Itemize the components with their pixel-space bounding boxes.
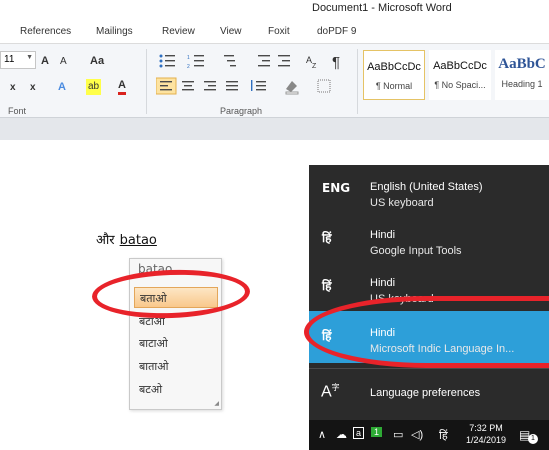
app-tray-icon-green[interactable]: 1 [371, 427, 383, 437]
language-abbr: ENG [322, 181, 351, 195]
clock-time: 7:32 PM [469, 423, 503, 433]
language-abbr: हिं [322, 231, 332, 245]
decrease-indent-icon [258, 55, 270, 67]
ime-option[interactable]: बताओ [134, 287, 218, 308]
sort-icon: AZ [306, 55, 317, 70]
shrink-font-button[interactable]: A [60, 54, 67, 70]
language-item-hindi-us[interactable]: हिं Hindi US keyboard [309, 261, 549, 307]
numbering-icon: 12 [187, 55, 204, 70]
font-color-button[interactable]: A [118, 79, 126, 95]
document-background [0, 118, 549, 140]
justify-icon [226, 81, 238, 91]
ime-option[interactable]: बटओ [134, 379, 218, 400]
ime-query: batao [138, 262, 173, 276]
multilevel-list-icon [224, 55, 236, 67]
svg-text:Z: Z [312, 63, 317, 70]
style-sample: AaBbCcDc [367, 61, 421, 73]
shading-icon [285, 81, 299, 95]
language-item-english[interactable]: ENG English (United States) US keyboard [309, 165, 549, 211]
bullets-icon [159, 54, 175, 68]
text-effects-button[interactable]: A [58, 79, 66, 95]
keyboard-name: US keyboard [370, 197, 434, 209]
language-flyout: ENG English (United States) US keyboard … [309, 165, 549, 420]
change-case-button[interactable]: Aa [90, 53, 104, 69]
group-separator [357, 49, 358, 114]
notification-badge: 1 [528, 434, 538, 444]
language-name: Hindi [370, 277, 396, 289]
chevron-down-icon: ▼ [26, 54, 33, 61]
paragraph-tools: 12 AZ ¶ [156, 54, 340, 95]
style-no-spacing[interactable]: AaBbCcDc ¶ No Spaci... [429, 50, 491, 100]
keyboard-name: US keyboard [370, 293, 434, 305]
style-name: Heading 1 [501, 79, 543, 89]
style-sample: AaBbC [498, 56, 546, 72]
highlight-button[interactable]: ab [86, 79, 102, 95]
keyboard-name: Microsoft Indic Language In... [370, 343, 515, 355]
language-item-hindi-google[interactable]: हिं Hindi Google Input Tools [309, 213, 549, 259]
tab-view[interactable]: View [220, 26, 242, 37]
hindi-word: और [96, 233, 115, 248]
group-separator [146, 49, 147, 114]
clock[interactable]: 7:32 PM 1/24/2019 [461, 422, 511, 446]
volume-icon[interactable]: ◁) [411, 428, 423, 441]
show-marks-icon: ¶ [332, 54, 340, 71]
align-center-icon [182, 81, 194, 91]
ribbon: 11 ▼ A A Aa x x A ab A 12 AZ ¶ Font Para… [0, 43, 549, 118]
increase-indent-icon [278, 55, 290, 67]
flyout-divider [309, 368, 549, 369]
typed-word: batao [119, 233, 157, 248]
language-icon: A字 [321, 383, 340, 401]
paragraph-group-label: Paragraph [220, 106, 263, 116]
style-heading-1[interactable]: AaBbC Heading 1 [495, 50, 549, 100]
chevron-up-icon[interactable]: ∧ [318, 428, 326, 441]
cloud-icon[interactable]: ☁ [336, 428, 347, 441]
input-indicator[interactable]: हिं [439, 428, 448, 443]
language-preferences-link[interactable]: A字 Language preferences [309, 375, 549, 410]
ribbon-tabs: References Mailings Review View Foxit do… [0, 17, 549, 45]
ime-option[interactable]: बाटाओ [134, 333, 218, 354]
style-normal[interactable]: AaBbCcDc ¶ Normal [363, 50, 425, 100]
language-abbr: हिं [322, 279, 332, 293]
tab-foxit[interactable]: Foxit [268, 26, 290, 37]
ime-suggestion-popup: batao बताओ बटाओ बाटाओ बाताओ बटओ ◢ [129, 258, 222, 410]
language-item-hindi-indic[interactable]: हिं Hindi Microsoft Indic Language In... [309, 311, 549, 363]
taskbar: ∧ ☁ a 1 ▭ ◁) हिं 7:32 PM 1/24/2019 ▤ 1 [309, 420, 549, 450]
tab-mailings[interactable]: Mailings [96, 26, 133, 37]
language-name: Hindi [370, 327, 396, 339]
language-abbr: हिं [322, 329, 332, 343]
svg-text:2: 2 [187, 64, 190, 70]
subscript-button[interactable]: x [10, 80, 16, 96]
ime-option[interactable]: बाताओ [134, 356, 218, 377]
title-bar: Document1 - Microsoft Word [0, 0, 549, 17]
network-icon[interactable]: ▭ [393, 428, 403, 441]
language-preferences-label: Language preferences [370, 387, 481, 399]
borders-icon [317, 79, 331, 93]
font-group-label: Font [8, 106, 27, 116]
style-name: ¶ No Spaci... [434, 80, 486, 90]
tab-dopdf[interactable]: doPDF 9 [317, 26, 356, 37]
line-spacing-icon [251, 80, 266, 91]
clock-date: 1/24/2019 [465, 435, 507, 445]
window-title: Document1 - Microsoft Word [312, 2, 452, 14]
style-name: ¶ Normal [375, 81, 413, 91]
align-right-icon [204, 81, 216, 91]
svg-text:1: 1 [187, 55, 190, 61]
language-name: Hindi [370, 229, 396, 241]
font-size-value: 11 [4, 54, 15, 65]
style-sample: AaBbCcDc [433, 60, 487, 72]
document-text[interactable]: और batao [96, 230, 157, 248]
tab-review[interactable]: Review [162, 26, 195, 37]
superscript-button[interactable]: x [30, 80, 36, 96]
keyboard-name: Google Input Tools [370, 245, 462, 257]
tab-references[interactable]: References [20, 26, 71, 37]
grow-font-button[interactable]: A [41, 53, 49, 69]
app-tray-icon[interactable]: a [353, 427, 365, 439]
font-size-select[interactable]: 11 ▼ [0, 51, 36, 69]
resize-grip-icon[interactable]: ◢ [214, 400, 219, 407]
language-name: English (United States) [370, 181, 483, 193]
ime-option[interactable]: बटाओ [134, 311, 218, 332]
